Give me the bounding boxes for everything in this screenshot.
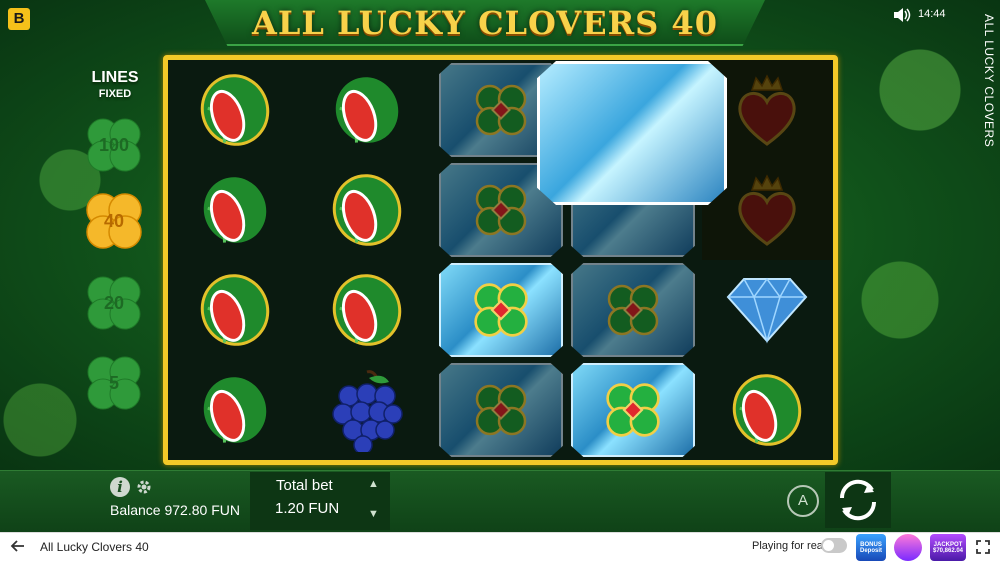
watermelon-icon (200, 274, 270, 346)
watermelon-icon (203, 177, 267, 243)
diamond-icon (726, 277, 808, 344)
jackpot-amount: $70,862.04 (932, 547, 964, 554)
watermelon-icon (335, 77, 399, 143)
fullscreen-icon[interactable] (976, 540, 990, 554)
symbol-clover-gem-bright (568, 360, 698, 460)
clover-icon (606, 383, 660, 437)
lines-label: LINES FIXED (78, 70, 152, 102)
symbol-clover-gem (436, 360, 566, 460)
lines-fixed-label: FIXED (98, 88, 132, 100)
lines-option-40[interactable]: 40 (83, 190, 145, 252)
clover-icon (474, 283, 528, 337)
watermelon-icon (200, 74, 270, 146)
symbol-watermelon (170, 360, 300, 460)
symbol-watermelon (170, 60, 300, 160)
spin-button[interactable] (825, 472, 891, 528)
brand-logo[interactable]: B (8, 8, 30, 30)
deposit-label: Deposit (859, 547, 882, 554)
bonus-deposit-badge[interactable]: BONUS Deposit (856, 534, 886, 561)
lines-option-100[interactable]: 100 (83, 114, 145, 176)
jackpot-badge[interactable]: JACKPOT $70,862.04 (930, 534, 966, 561)
game-title: ALL LUCKY CLOVERS 40 (252, 4, 718, 42)
side-title: ALL LUCKY CLOVERS (982, 14, 996, 148)
promo-badge[interactable] (894, 534, 922, 561)
clover-icon (475, 384, 527, 436)
symbol-clover-gem-bright (436, 260, 566, 360)
lines-option-20[interactable]: 20 (83, 272, 145, 334)
play-real-toggle[interactable] (821, 538, 847, 553)
symbol-watermelon (170, 160, 300, 260)
reel-1 (170, 60, 300, 460)
footer-bar (0, 532, 1000, 563)
clover-icon (607, 284, 659, 336)
bet-decrease-button[interactable]: ▼ (368, 508, 379, 520)
play-real-label: Playing for real (752, 540, 826, 552)
clover-icon (475, 84, 527, 136)
balance-display: Balance 972.80 FUN (110, 502, 240, 518)
game-area: B ALL LUCKY CLOVERS 40 14:44 ALL LUCKY C… (0, 0, 1000, 470)
symbol-watermelon (702, 360, 832, 460)
spin-icon (839, 479, 877, 521)
watermelon-icon (332, 274, 402, 346)
lines-title: LINES (91, 69, 139, 86)
lines-option-label: 40 (103, 210, 125, 231)
lines-option-label: 20 (103, 292, 125, 313)
lines-option-label: 5 (108, 372, 119, 393)
symbol-diamond (702, 260, 832, 360)
symbol-watermelon (302, 160, 432, 260)
grapes-icon (332, 370, 403, 452)
symbol-watermelon (302, 260, 432, 360)
clover-icon (475, 184, 527, 236)
symbol-grapes (302, 360, 432, 460)
bet-increase-button[interactable]: ▲ (368, 478, 379, 490)
lines-option-label: 100 (98, 134, 130, 155)
back-arrow-icon[interactable] (10, 538, 26, 554)
reel-2 (302, 60, 432, 460)
autoplay-button[interactable]: A (787, 485, 819, 517)
symbol-watermelon (170, 260, 300, 360)
sound-icon[interactable] (893, 7, 911, 23)
lines-option-5[interactable]: 5 (83, 352, 145, 414)
symbol-clover-gem-big (537, 61, 727, 205)
symbol-watermelon (302, 60, 432, 160)
reels-frame (163, 55, 838, 465)
clock: 14:44 (918, 8, 946, 20)
watermelon-icon (332, 174, 402, 246)
watermelon-icon (732, 374, 802, 446)
footer-game-name: All Lucky Clovers 40 (40, 540, 149, 554)
info-icon[interactable]: i (110, 477, 130, 497)
symbol-clover-gem (568, 260, 698, 360)
total-bet-label: Total bet (276, 477, 333, 494)
total-bet-value: 1.20 FUN (275, 500, 340, 517)
watermelon-icon (203, 377, 267, 443)
gear-icon[interactable] (136, 479, 152, 495)
